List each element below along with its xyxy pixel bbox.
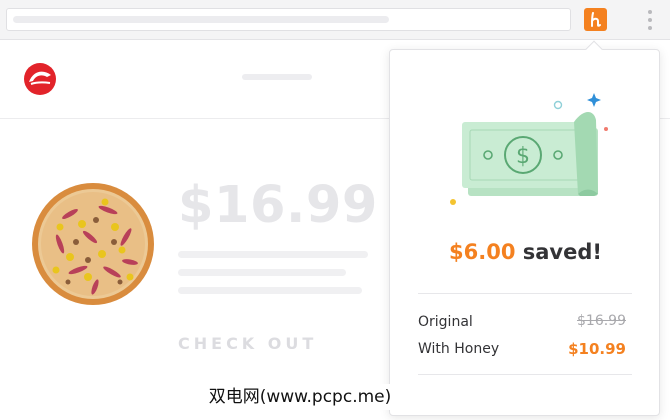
kebab-menu-icon[interactable] xyxy=(645,10,655,30)
saved-suffix: saved! xyxy=(522,240,602,264)
description-line xyxy=(178,251,368,258)
saved-amount: $6.00 xyxy=(449,240,516,264)
divider xyxy=(418,374,632,375)
honey-price: $10.99 xyxy=(568,340,626,358)
browser-toolbar xyxy=(0,0,670,40)
address-bar[interactable] xyxy=(6,8,571,31)
nav-placeholder xyxy=(242,74,312,80)
product-price: $16.99 xyxy=(178,176,378,235)
savings-message: $6.00 saved! xyxy=(390,240,661,264)
watermark: 双电网(www.pcpc.me) xyxy=(205,384,395,410)
svg-text:$: $ xyxy=(516,144,530,169)
honey-h-icon xyxy=(590,12,601,27)
original-label: Original xyxy=(418,314,473,330)
pizza-hut-logo[interactable] xyxy=(23,62,57,96)
checkout-button[interactable]: CHECK OUT xyxy=(178,334,317,353)
description-line xyxy=(178,269,346,276)
honey-popup: $ $6.00 saved! Original $16.99 With Hone… xyxy=(389,40,661,416)
pizza-image xyxy=(32,183,154,305)
browser-window: $16.99 CHECK OUT $ $6.00 saved! Original… xyxy=(0,0,670,420)
description-line xyxy=(178,287,362,294)
divider xyxy=(418,293,632,294)
with-honey-label: With Honey xyxy=(418,341,500,357)
original-price: $16.99 xyxy=(577,313,626,329)
honey-extension-button[interactable] xyxy=(584,8,607,31)
dollar-bill-icon: $ xyxy=(450,93,608,205)
address-placeholder xyxy=(13,16,389,23)
